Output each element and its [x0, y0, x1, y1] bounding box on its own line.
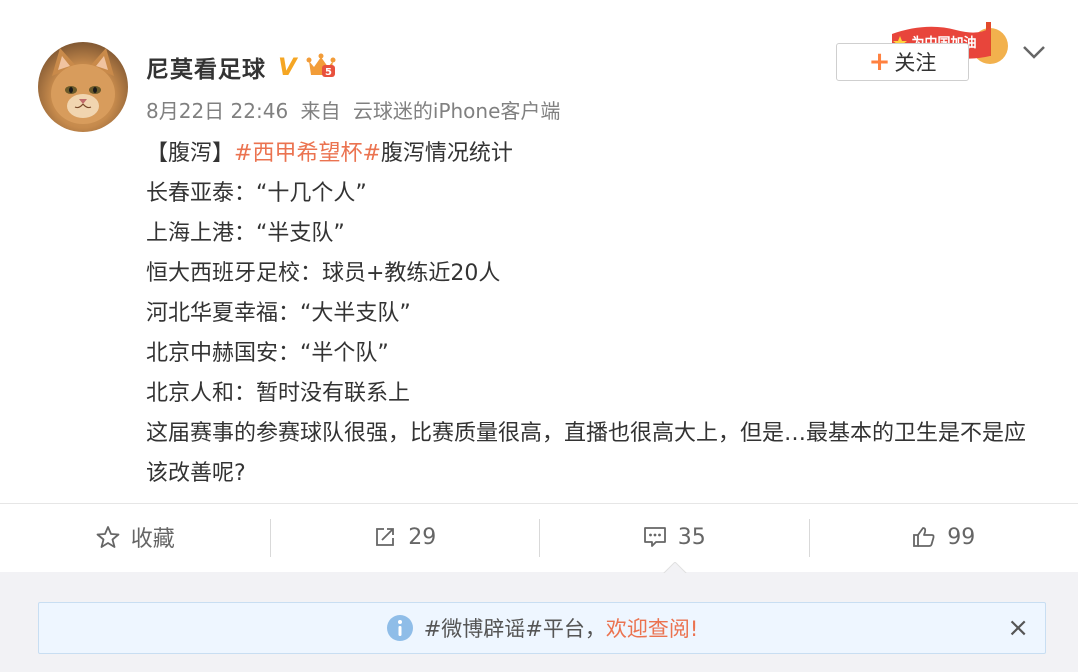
avatar[interactable] [38, 42, 128, 132]
svg-text:5: 5 [325, 67, 332, 78]
post-line: 长春亚泰：“十几个人” [146, 181, 367, 206]
thumbs-up-icon [913, 527, 935, 547]
cat-avatar-icon [51, 48, 115, 124]
favorite-button[interactable]: 收藏 [0, 504, 270, 570]
follow-button[interactable]: + 关注 [836, 43, 969, 81]
repost-icon [376, 528, 395, 546]
comment-icon [643, 527, 666, 547]
info-icon [386, 615, 413, 641]
post-line: 【腹泻】#西甲希望杯#腹泻情况统计 [146, 134, 1046, 174]
post-line: 河北华夏幸福：“大半支队” [146, 301, 411, 326]
comment-pointer-arrow [663, 562, 687, 574]
comment-button[interactable]: 35 [539, 504, 809, 570]
weibo-post-card: 尼莫看足球 V 5 8月22日 22:46 来自 云球迷的iPhone客户端 【… [0, 0, 1078, 574]
favorite-label: 收藏 [130, 527, 175, 552]
post-body: 【腹泻】#西甲希望杯#腹泻情况统计 长春亚泰：“十几个人” 上海上港：“半支队”… [146, 134, 1046, 494]
username[interactable]: 尼莫看足球 [146, 50, 266, 84]
plus-icon: + [868, 47, 891, 77]
hashtag-link[interactable]: #西甲希望杯# [234, 141, 381, 166]
post-meta: 8月22日 22:46 来自 云球迷的iPhone客户端 [146, 95, 566, 124]
user-line: 尼莫看足球 V 5 [146, 50, 337, 84]
post-prefix: 【腹泻】 [146, 141, 235, 166]
action-bar: 收藏 29 35 99 [0, 504, 1078, 570]
post-suffix: 腹泻情况统计 [380, 141, 513, 166]
member-crown-icon[interactable]: 5 [305, 51, 337, 83]
like-count: 99 [947, 524, 976, 550]
verified-badge-icon[interactable]: V [278, 53, 297, 81]
star-icon [96, 526, 120, 548]
repost-button[interactable]: 29 [269, 504, 540, 570]
post-time[interactable]: 8月22日 22:46 [146, 99, 288, 123]
follow-label: 关注 [894, 51, 937, 75]
comment-count: 35 [677, 524, 706, 550]
post-line: 北京人和：暂时没有联系上 [146, 381, 411, 406]
repost-count: 29 [408, 524, 437, 550]
from-label: 来自 [300, 99, 341, 123]
close-icon[interactable]: × [1007, 613, 1029, 643]
rumor-notice-bar: #微博辟谣#平台， 欢迎查阅! × [38, 602, 1046, 654]
notice-text: #微博辟谣#平台， [423, 617, 606, 641]
post-line: 北京中赫国安：“半个队” [146, 341, 389, 366]
post-closing: 这届赛事的参赛球队很强，比赛质量很高，直播也很高大上，但是…最基本的卫生是不是应… [146, 421, 1027, 486]
post-line: 恒大西班牙足校：球员+教练近20人 [146, 261, 501, 286]
notice-link[interactable]: 欢迎查阅! [606, 613, 698, 643]
like-button[interactable]: 99 [808, 504, 1078, 570]
chevron-down-icon[interactable] [1020, 40, 1048, 64]
post-line: 上海上港：“半支队” [146, 221, 345, 246]
post-source[interactable]: 云球迷的iPhone客户端 [353, 99, 561, 123]
